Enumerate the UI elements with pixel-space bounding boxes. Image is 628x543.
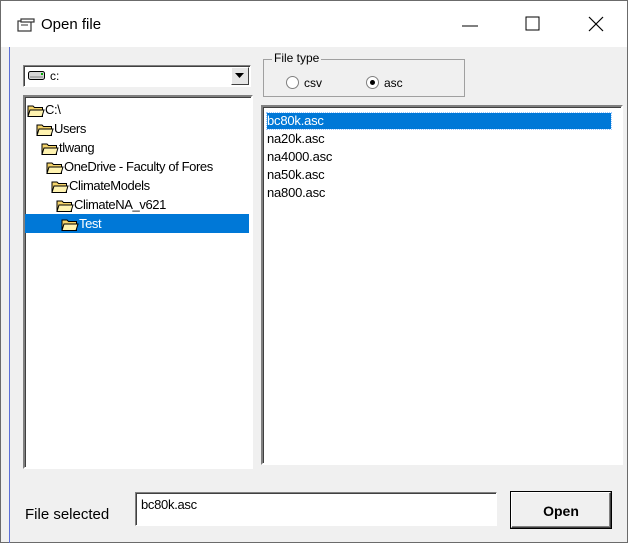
radio-circle-icon [366, 76, 379, 89]
window-edge-accent [9, 47, 10, 543]
maximize-icon [525, 16, 540, 31]
open-button[interactable]: Open [511, 492, 611, 528]
open-file-dialog: Open file c: C:\ Users tlwang OneDrive -… [0, 0, 628, 543]
app-window-icon [17, 18, 35, 32]
window-title: Open file [41, 16, 102, 33]
tree-item-label: Test [79, 216, 102, 231]
tree-item[interactable]: Test [25, 214, 249, 233]
radio-asc-label: asc [384, 76, 403, 90]
file-list-item[interactable]: na4000.asc [267, 149, 332, 165]
file-selected-label: File selected [25, 506, 110, 523]
tree-item-label: C:\ [45, 102, 61, 117]
close-button[interactable] [567, 1, 625, 47]
radio-csv-label: csv [304, 76, 322, 90]
close-icon [588, 16, 604, 32]
file-list[interactable]: bc80k.asc na20k.asc na4000.asc na50k.asc na8… [261, 105, 623, 465]
folder-icon [61, 217, 79, 236]
drive-select[interactable]: c: [23, 65, 251, 87]
tree-item-label: ClimateNA_v621 [74, 197, 166, 212]
chevron-down-icon [235, 73, 244, 78]
folder-icon [27, 103, 45, 122]
minimize-icon [462, 25, 478, 27]
file-type-legend: File type [272, 51, 322, 65]
tree-item-label: OneDrive - Faculty of Fores [64, 159, 213, 174]
folder-icon [46, 160, 64, 179]
radio-dot-icon [370, 80, 375, 85]
file-list-item[interactable]: na20k.asc [267, 131, 325, 147]
minimize-button[interactable] [441, 1, 499, 47]
file-list-item[interactable]: na50k.asc [267, 167, 325, 183]
maximize-button[interactable] [504, 1, 562, 47]
folder-tree[interactable]: C:\ Users tlwang OneDrive - Faculty of F… [23, 95, 253, 469]
hard-drive-icon [28, 71, 45, 80]
folder-icon [41, 141, 59, 160]
drive-dropdown-button[interactable] [231, 67, 249, 85]
radio-circle-icon [286, 76, 299, 89]
file-selected-value: bc80k.asc [141, 497, 197, 512]
title-bar: Open file [1, 1, 627, 47]
tree-item-label: Users [54, 121, 86, 136]
tree-item-label: tlwang [59, 140, 95, 155]
folder-icon [51, 179, 69, 198]
file-type-group: File type csv asc [263, 51, 465, 97]
file-list-item[interactable]: na800.asc [267, 185, 325, 201]
folder-icon [36, 122, 54, 141]
file-selected-input[interactable]: bc80k.asc [135, 492, 497, 526]
tree-item-label: ClimateModels [69, 178, 150, 193]
file-list-item[interactable]: bc80k.asc [266, 112, 612, 130]
drive-value: c: [50, 69, 60, 83]
